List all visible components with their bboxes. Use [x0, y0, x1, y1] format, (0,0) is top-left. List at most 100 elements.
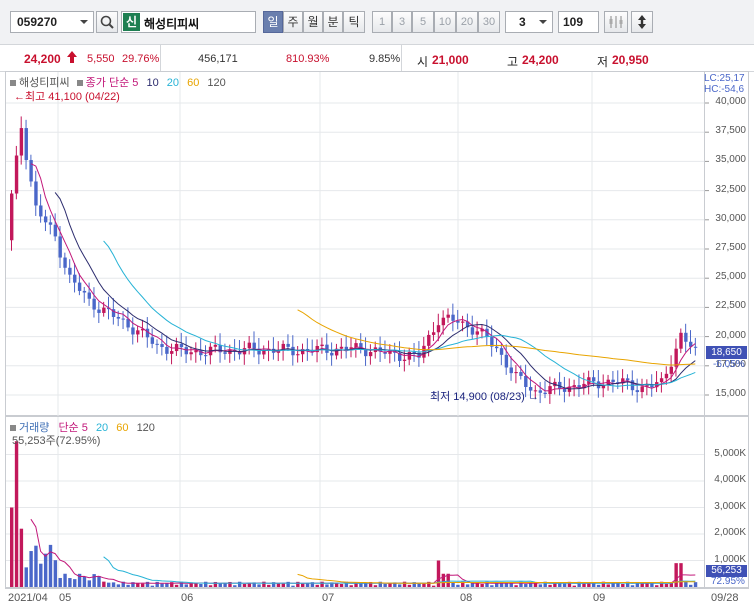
candle-body	[543, 392, 547, 394]
candle-body	[92, 298, 96, 310]
candle-body	[446, 314, 450, 318]
hc-label: HC:-54,6	[704, 84, 745, 95]
candle-body	[262, 350, 266, 355]
candle-body	[10, 193, 14, 241]
price-y-label: 40,000	[715, 96, 746, 107]
candle-body	[189, 352, 193, 355]
x-axis	[5, 588, 749, 609]
candle-body	[368, 352, 373, 357]
candle-body	[427, 334, 431, 346]
x-label-end: 09/28	[711, 592, 739, 604]
price-y-label: 15,000	[715, 388, 746, 399]
volume-y-label: 3,000K	[714, 500, 746, 512]
candle-body	[170, 351, 174, 354]
volume-chart-area[interactable]	[5, 416, 705, 588]
candle-body	[77, 282, 82, 291]
max-price-text: 최고 41,100 (04/22)	[25, 91, 120, 103]
candle-body	[116, 316, 121, 319]
legend-marker	[76, 80, 83, 87]
candle-body	[213, 344, 218, 347]
x-label-sep: 09	[593, 592, 606, 604]
volume-y-label: 4,000K	[714, 474, 746, 485]
candle-body	[155, 343, 159, 345]
x-label-aug: 08	[460, 592, 473, 604]
min-price-note: 최저 14,900 (08/23) →	[430, 388, 539, 404]
candle-body	[63, 257, 67, 268]
candle-body	[252, 342, 256, 349]
x-label-start: 2021/04	[8, 592, 48, 604]
candle-body	[160, 344, 164, 347]
candle-body	[674, 348, 678, 367]
candle-body	[538, 390, 543, 393]
candle-body	[451, 314, 455, 321]
current-volume-pct: 72.95%	[711, 576, 745, 587]
legend-ma10: 10	[146, 77, 159, 89]
candle-body	[669, 366, 673, 374]
legend-marker	[10, 425, 16, 432]
current-price-pct: -6.05%	[713, 359, 745, 370]
candle-body	[24, 128, 28, 161]
candle-body	[19, 128, 24, 156]
x-label-jul: 07	[322, 592, 335, 604]
candle-body	[514, 372, 518, 374]
candle-body	[179, 343, 184, 348]
price-y-label: 25,000	[715, 271, 746, 283]
candle-body	[29, 160, 33, 182]
candle-body	[684, 332, 688, 342]
volume-max-note: 55,253주(72.95%)	[12, 435, 101, 447]
candle-body	[150, 337, 155, 344]
candle-body	[693, 346, 698, 348]
candle-body	[48, 222, 53, 225]
right-arrow-icon: →	[524, 391, 539, 403]
min-price-text: 최저 14,900 (08/23)	[430, 391, 525, 403]
candle-body	[592, 377, 596, 382]
candle-body	[14, 155, 19, 194]
candle-body	[625, 378, 630, 381]
candle-body	[184, 347, 188, 355]
candle-body	[39, 205, 43, 217]
candle-body	[291, 346, 295, 356]
ma10-line	[54, 192, 696, 390]
candle-body	[339, 346, 344, 349]
candle-body	[53, 224, 58, 237]
candle-body	[87, 292, 91, 299]
price-y-label: 27,500	[715, 242, 746, 253]
candle-body	[495, 346, 499, 349]
candle-body	[524, 375, 528, 387]
legend-ma5: 5	[132, 77, 139, 89]
candle-body	[204, 355, 208, 357]
candle-body	[519, 372, 523, 376]
legend-marker	[10, 80, 16, 87]
price-y-label: 37,500	[715, 125, 746, 137]
candle-body	[68, 267, 72, 275]
candle-body	[611, 379, 615, 383]
candle-body	[247, 342, 252, 349]
candle-body	[431, 332, 436, 335]
candle-body	[82, 290, 87, 293]
price-y-label: 20,000	[715, 329, 746, 341]
candle-body	[165, 346, 169, 354]
candle-body	[97, 309, 101, 313]
candle-body	[131, 327, 135, 335]
candle-body	[499, 348, 504, 355]
candle-body	[73, 274, 77, 283]
candle-body	[461, 321, 465, 323]
lc-label: LC:25,17	[704, 73, 745, 84]
candle-body	[470, 327, 475, 335]
candle-body	[402, 359, 407, 361]
x-label-jun: 06	[181, 592, 194, 604]
current-price-tag: 18,650	[706, 346, 747, 359]
candle-body	[441, 317, 446, 326]
candle-body	[664, 373, 669, 379]
legend-vol-ma60: 60	[116, 422, 129, 434]
volume-y-label: 2,000K	[714, 527, 746, 538]
candle-body	[223, 352, 227, 354]
candle-body	[436, 325, 441, 333]
legend-ma20: 20	[166, 77, 180, 89]
candle-body	[34, 181, 38, 206]
candle-body	[504, 354, 509, 368]
moving-average-lines	[30, 163, 696, 392]
price-y-label: 35,000	[715, 154, 746, 166]
candle-body	[102, 307, 106, 313]
candle-body	[136, 330, 140, 335]
